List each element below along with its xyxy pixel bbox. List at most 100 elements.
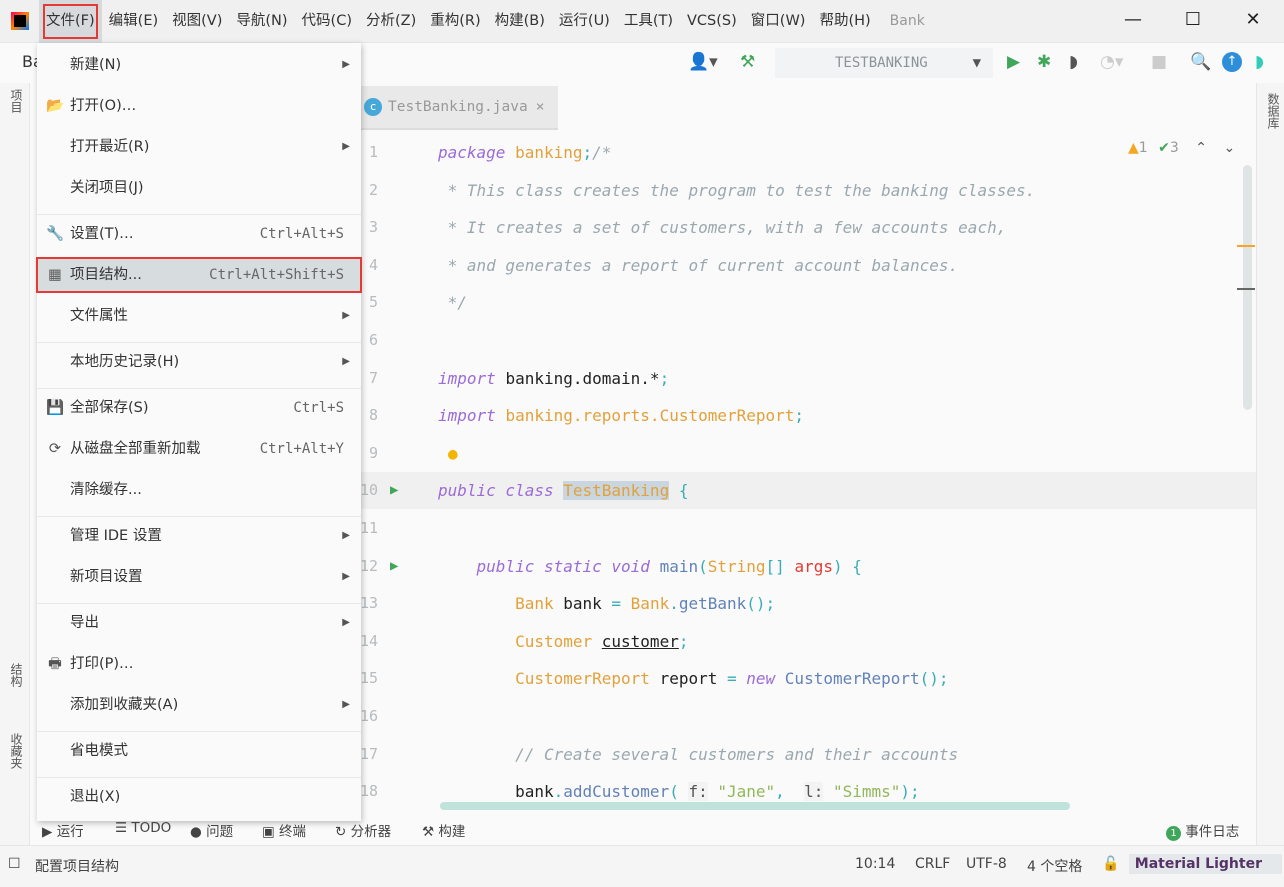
event-log-tool-tab[interactable]: 1 事件日志 [1166, 820, 1239, 841]
code-token: banking.domain.* [505, 368, 660, 388]
lock-icon[interactable]: 🔓 [1102, 856, 1119, 872]
menu-separator [37, 731, 361, 732]
file-menu-item[interactable]: ⟳ 从磁盘全部重新加载 Ctrl+Alt+Y [37, 432, 361, 466]
tab-testbanking-java[interactable]: c TestBanking.java × [360, 86, 558, 130]
code-line: 12 ▶ public static void main(String[] arg… [360, 548, 1256, 585]
plugin-icon[interactable]: ◗ [1255, 50, 1264, 74]
profile-icon[interactable]: ◔▾ [1100, 50, 1123, 74]
code-token: import [438, 406, 506, 426]
tab-close-icon[interactable]: × [536, 99, 545, 115]
code-line: 7 import banking.domain.*; [360, 360, 1256, 397]
file-menu-item[interactable]: 新建(N) ▶ [37, 48, 361, 82]
lightbulb-icon[interactable]: ● [448, 435, 458, 472]
file-menu-item[interactable]: 添加到收藏夹(A) ▶ [37, 688, 361, 722]
minimize-button[interactable]: — [1110, 0, 1156, 43]
coverage-icon[interactable]: ◗ [1069, 50, 1078, 74]
file-menu-item[interactable]: 打开最近(R) ▶ [37, 130, 361, 164]
indent-setting[interactable]: 4 个空格 [1027, 856, 1082, 876]
run-gutter-icon[interactable]: ▶ [390, 548, 398, 585]
warning-marker[interactable] [1237, 245, 1255, 247]
line-number: 6 [368, 331, 378, 349]
caret-position[interactable]: 10:14 [855, 856, 895, 872]
menu-item-shortcut: Ctrl+Alt+S [259, 226, 344, 242]
reload-icon: ⟳ [48, 441, 62, 457]
menu-1[interactable]: 编辑(E) [102, 0, 165, 43]
vcs-user-icon[interactable]: 👤▾ [688, 50, 718, 74]
search-icon[interactable]: 🔍 [1190, 50, 1211, 74]
menu-9[interactable]: 工具(T) [617, 0, 680, 43]
todo-tool-tab[interactable]: ☰ TODO [115, 820, 171, 836]
file-menu-item[interactable]: 导出 ▶ [37, 606, 361, 640]
menu-6[interactable]: 重构(R) [423, 0, 487, 43]
run-icon[interactable]: ▶ [1007, 50, 1020, 74]
file-menu-item[interactable]: 🖶 打印(P)… [37, 647, 361, 681]
favorites-tool-tab[interactable]: 收藏夹 [8, 733, 25, 769]
line-separator[interactable]: CRLF [915, 856, 950, 872]
run-configuration-select[interactable]: TESTBANKING ▼ [775, 48, 993, 78]
run-gutter-icon[interactable]: ▶ [390, 472, 398, 509]
code-token: f: [688, 782, 708, 802]
database-tool-tab[interactable]: 数据库 [1265, 93, 1282, 129]
file-encoding[interactable]: UTF-8 [966, 856, 1007, 872]
file-menu-item[interactable]: ▦ 项目结构... Ctrl+Alt+Shift+S [36, 257, 362, 293]
previous-highlight-icon[interactable]: ⌃ [1195, 140, 1207, 156]
menu-11[interactable]: 窗口(W) [744, 0, 813, 43]
maximize-button[interactable]: ☐ [1170, 0, 1216, 43]
menu-12[interactable]: 帮助(H) [812, 0, 877, 43]
file-menu-item[interactable]: 退出(X) [37, 780, 361, 814]
java-class-icon: c [364, 98, 382, 116]
project-tool-tab[interactable]: 项目 [8, 89, 25, 113]
theme-indicator[interactable]: Material Lighter [1128, 854, 1282, 874]
menu-separator [37, 777, 361, 778]
file-menu-item[interactable]: 新项目设置 ▶ [37, 560, 361, 594]
file-menu-item[interactable]: 文件属性 ▶ [37, 299, 361, 333]
menu-0[interactable]: 文件(F) [39, 0, 102, 43]
file-menu-item[interactable]: 💾 全部保存(S) Ctrl+S [37, 391, 361, 425]
code-line: 4 * and generates a report of current ac… [360, 247, 1256, 284]
update-icon[interactable]: ↑ [1222, 52, 1242, 72]
submenu-arrow-icon: ▶ [342, 141, 350, 152]
next-highlight-icon[interactable]: ⌄ [1223, 140, 1235, 156]
horizontal-scrollbar[interactable] [440, 802, 1070, 810]
file-menu-item[interactable]: 📂 打开(O)… [37, 89, 361, 123]
inspection-widget[interactable]: ▲1 ✔3 ⌃ ⌄ [1128, 140, 1235, 156]
code-token: (); [746, 594, 776, 614]
code-token: . [669, 594, 679, 614]
warning-count: 1 [1138, 140, 1148, 156]
menu-4[interactable]: 代码(C) [295, 0, 359, 43]
code-editor[interactable]: 1 package banking;/* 2 * This class create… [360, 134, 1256, 804]
code-token: */ [438, 293, 467, 313]
line-number: 4 [368, 255, 378, 274]
stop-icon[interactable]: ■ [1151, 50, 1167, 74]
menu-2[interactable]: 视图(V) [165, 0, 229, 43]
menu-3[interactable]: 导航(N) [229, 0, 294, 43]
menu-8[interactable]: 运行(U) [552, 0, 617, 43]
file-menu-item[interactable]: 本地历史记录(H) ▶ [37, 345, 361, 379]
code-token: = [611, 594, 631, 614]
problems-tool-tab[interactable]: ● 问题 [190, 820, 233, 840]
close-button[interactable]: ✕ [1230, 0, 1276, 43]
file-menu-item[interactable]: 省电模式 [37, 734, 361, 768]
menu-7[interactable]: 构建(B) [488, 0, 552, 43]
file-menu-item[interactable]: 🔧 设置(T)… Ctrl+Alt+S [37, 217, 361, 251]
code-token: { [669, 481, 689, 501]
menu-5[interactable]: 分析(Z) [359, 0, 423, 43]
right-tool-strip: 数据库 [1256, 83, 1284, 845]
structure-tool-tab[interactable]: 结构 [8, 663, 25, 687]
code-token: Bank [630, 594, 670, 614]
file-menu-item[interactable]: 清除缓存... [37, 473, 361, 507]
code-text: Bank bank = Bank.getBank(); [438, 585, 775, 622]
code-token: ( [669, 782, 689, 802]
menu-10[interactable]: VCS(S) [680, 0, 744, 43]
build-tool-tab[interactable]: ⚒ 构建 [422, 820, 465, 840]
run-tool-label: 运行 [56, 824, 84, 840]
debug-icon[interactable]: ✱ [1037, 50, 1051, 74]
profiler-tool-tab[interactable]: ↻ 分析器 [335, 820, 391, 840]
terminal-tool-tab[interactable]: ▣ 终端 [262, 820, 306, 840]
toggle-tool-windows-icon[interactable]: ☐ [8, 856, 21, 872]
run-tool-tab[interactable]: ▶ 运行 [42, 820, 84, 840]
file-menu-item[interactable]: 管理 IDE 设置 ▶ [37, 519, 361, 553]
file-menu-item[interactable]: 关闭项目(J) [37, 171, 361, 205]
line-number: 3 [368, 218, 378, 237]
build-hammer-icon[interactable]: ⚒ [740, 50, 755, 74]
